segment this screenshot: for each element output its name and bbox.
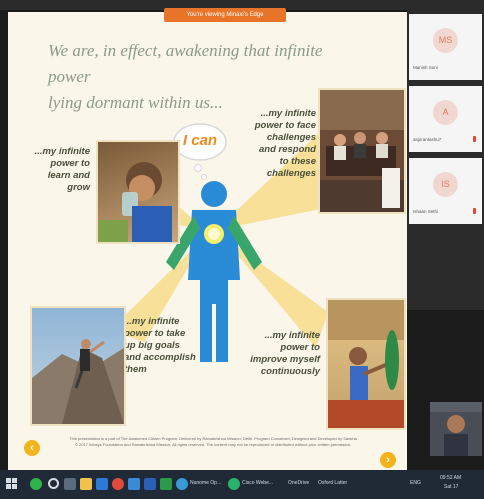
caption-big-goals: ...my infinite power to take up big goal… [124, 316, 196, 375]
avatar: IS [433, 172, 458, 197]
photo-child-drinking [96, 140, 180, 244]
avatar: A [433, 100, 458, 125]
language-indicator[interactable]: ENG [410, 480, 421, 486]
windows-start-icon[interactable] [6, 478, 18, 490]
participants-panel: MS Manish Soni A aspirantashu7 IS Ishaan… [407, 10, 484, 310]
viewing-banner[interactable]: You're viewing Minaxi's Edge [164, 8, 286, 22]
taskbar-app-label[interactable]: Oxford Latter [318, 480, 347, 486]
slide-footer-note: This presentation is a part of The Awake… [48, 436, 378, 448]
mail-icon[interactable] [96, 478, 108, 490]
next-slide-button[interactable]: › [380, 452, 396, 468]
taskbar-app-label[interactable]: Nunome Op... [190, 480, 221, 486]
self-video-view[interactable] [430, 402, 482, 456]
store-icon[interactable] [128, 478, 140, 490]
photo-athlete-shotput [326, 298, 406, 430]
excel-icon[interactable] [160, 478, 172, 490]
clock-date[interactable]: Sat 17 [444, 484, 458, 490]
i-can-text: I can [182, 132, 218, 149]
participant-tile[interactable]: MS Manish Soni [409, 14, 482, 80]
file-explorer-icon[interactable] [80, 478, 92, 490]
participant-name: aspirantashu7 [413, 137, 442, 142]
participant-tile[interactable]: IS Ishaan Sethi [409, 158, 482, 224]
photo-rock-climber [30, 306, 126, 426]
windows-taskbar: Nunome Op... Cisco Webe... OneDrive Oxfo… [0, 470, 484, 499]
caption-learn-grow: ...my infinite power to learn and grow [34, 146, 90, 193]
whatsapp-icon[interactable] [30, 478, 42, 490]
task-view-icon[interactable] [64, 478, 76, 490]
avatar: MS [433, 28, 458, 53]
previous-slide-button[interactable]: ‹ [24, 440, 40, 456]
clock-time[interactable]: 09:52 AM [440, 475, 461, 481]
participant-name: Ishaan Sethi [413, 209, 439, 214]
footer-line-2: © 2017 Infosys Foundation and Ramakrishn… [74, 442, 352, 447]
word-icon[interactable] [144, 478, 156, 490]
search-icon[interactable] [48, 478, 59, 489]
webex-icon[interactable] [228, 478, 240, 490]
participant-tile[interactable]: A aspirantashu7 [409, 86, 482, 152]
muted-mic-icon [473, 208, 476, 214]
browser-icon[interactable] [112, 478, 124, 490]
taskbar-app-label[interactable]: OneDrive [288, 480, 309, 486]
caption-face-challenges: ...my infinite power to face challenges … [254, 108, 316, 179]
caption-improve-myself: ...my infinite power to improve myself c… [250, 330, 320, 377]
chrome-icon[interactable] [176, 478, 188, 490]
taskbar-app-label[interactable]: Cisco Webe... [242, 480, 273, 486]
muted-mic-icon [473, 136, 476, 142]
participant-name: Manish Soni [413, 65, 438, 70]
photo-meeting-room [318, 88, 406, 214]
presentation-slide: We are, in effect, awakening that infini… [8, 12, 407, 470]
